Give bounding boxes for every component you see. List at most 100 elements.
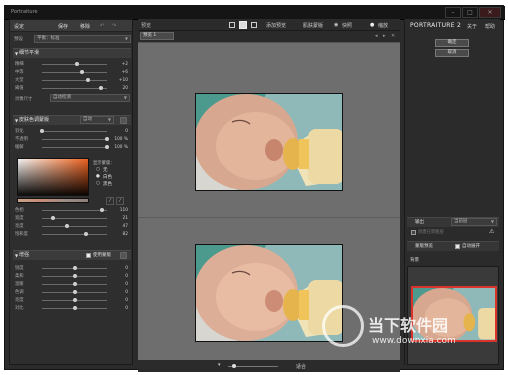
new-layer-checkbox[interactable] [411, 230, 416, 235]
add-preview-button[interactable]: 添加预览 [266, 22, 286, 29]
tab-next-icon[interactable]: ▸ [383, 33, 386, 39]
preview-canvas[interactable] [138, 42, 400, 360]
watermark-logo [322, 305, 364, 347]
detail-section-title: 细节平滑 [19, 50, 40, 56]
mask-option-radio[interactable]: ● [96, 174, 100, 179]
slider-knob[interactable] [84, 232, 88, 236]
slider-knob[interactable] [75, 62, 79, 66]
preview-label: 预览 [141, 23, 152, 29]
color-picker-swatch[interactable] [17, 158, 89, 196]
about-button[interactable]: 关于 [467, 23, 477, 30]
mask-option-radio[interactable]: ○ [96, 181, 100, 186]
slider-value[interactable]: 0 [104, 265, 128, 272]
slider-track[interactable] [42, 147, 107, 148]
ok-button[interactable]: 确定 [435, 39, 469, 47]
slider-value[interactable]: 0 [104, 128, 128, 135]
maximize-button[interactable]: □ [462, 7, 478, 18]
enhance-section-title: 增强 [19, 252, 30, 258]
zoom-radio[interactable]: ● [370, 22, 374, 28]
eyedropper-add-icon[interactable]: ⁄ [116, 197, 124, 205]
output-label: 输出 [415, 220, 424, 225]
picker-icon[interactable] [120, 252, 127, 259]
slider-value[interactable]: +10 [104, 77, 128, 84]
show-mask-button[interactable]: 肌肤蒙版 [303, 22, 323, 29]
preset-dropdown[interactable]: 平衡：标准 ▼ [34, 35, 131, 43]
portrait-size-dropdown[interactable]: 自动检测 ▼ [50, 94, 130, 102]
slider-knob[interactable] [99, 86, 103, 90]
delete-button[interactable]: 移除 [80, 23, 90, 30]
slider-value[interactable]: 0 [104, 289, 128, 296]
redo-icon[interactable]: ↷ [112, 23, 116, 29]
output-dropdown[interactable]: 当前层 ▼ [451, 218, 497, 226]
auto-open-checkbox[interactable] [455, 244, 460, 249]
slider-knob[interactable] [80, 70, 84, 74]
slider-value[interactable]: 20 [104, 85, 128, 92]
slider-value[interactable]: 0 [104, 305, 128, 312]
cancel-button[interactable]: 取消 [435, 49, 469, 57]
slider-knob[interactable] [73, 298, 77, 302]
save-button[interactable]: 保存 [58, 23, 68, 30]
zoom-out-icon[interactable]: ▾ [218, 362, 221, 368]
slider-knob[interactable] [73, 290, 77, 294]
preset-label: 预设 [14, 37, 23, 42]
picker-icon[interactable] [120, 117, 127, 124]
slider-knob[interactable] [86, 78, 90, 82]
minimize-button[interactable]: – [445, 7, 461, 18]
quick-radio[interactable]: ◉ [334, 22, 338, 28]
zoom-value[interactable]: 适合 [296, 363, 306, 370]
undo-icon[interactable]: ↶ [100, 23, 104, 29]
slider-value[interactable]: 0 [104, 281, 128, 288]
enhance-section-header[interactable]: ▼ 增强 [13, 250, 131, 260]
slider-value[interactable]: 100 % [104, 144, 128, 151]
slider-knob[interactable] [73, 266, 77, 270]
slider-value[interactable]: 47 [104, 223, 128, 230]
split-divider[interactable] [138, 217, 400, 218]
slider-row: 锐度 0 [15, 265, 131, 272]
use-mask-checkbox[interactable] [86, 253, 91, 258]
skin-mode-dropdown[interactable]: 自动 ▼ [80, 116, 114, 124]
slider-value[interactable]: +6 [104, 69, 128, 76]
slider-label: 大型 [15, 78, 24, 83]
slider-knob[interactable] [51, 216, 55, 220]
chevron-down-icon: ▼ [123, 95, 127, 100]
slider-knob[interactable] [73, 282, 77, 286]
tab-preview-1[interactable]: 预览 1 [140, 32, 174, 40]
slider-value[interactable]: 0 [104, 297, 128, 304]
preview-area: 预览 添加预览 肌肤蒙版 ◉ 快照 ● 缩放 预览 1 ◂ ▸ ✕ ▾ 适合 [138, 19, 400, 372]
slider-track[interactable] [42, 88, 107, 89]
slider-knob[interactable] [65, 224, 69, 228]
single-view-icon[interactable] [229, 22, 235, 28]
tab-close-icon[interactable]: ✕ [391, 33, 395, 39]
slider-value[interactable]: +2 [104, 61, 128, 68]
eyedropper-icon[interactable]: ⁄ [106, 197, 114, 205]
detail-section-header[interactable]: ▼ 细节平滑 [13, 48, 131, 58]
slider-value[interactable]: 100 % [104, 136, 128, 143]
slider-track[interactable] [42, 226, 107, 227]
baby-photo-after [196, 245, 342, 341]
slider-row: 不透明 100 % [15, 136, 131, 143]
slider-track[interactable] [42, 139, 107, 140]
split-view-icon[interactable] [239, 21, 247, 29]
quick-label: 快照 [342, 23, 353, 29]
slider-track[interactable] [42, 210, 107, 211]
slider-track[interactable] [42, 80, 107, 81]
slider-value[interactable]: 0 [104, 273, 128, 280]
slider-knob[interactable] [40, 129, 44, 133]
mask-option-radio[interactable]: ○ [96, 167, 100, 172]
add-tab-icon[interactable]: ◂ [375, 33, 378, 39]
help-button[interactable]: 帮助 [485, 23, 495, 30]
slider-knob[interactable] [73, 306, 77, 310]
slider-value[interactable]: 21 [104, 215, 128, 222]
side-by-side-icon[interactable] [251, 22, 257, 28]
slider-value[interactable]: 110 [104, 207, 128, 214]
close-button[interactable]: ✕ [479, 7, 501, 18]
slider-track[interactable] [42, 131, 107, 132]
slider-track[interactable] [42, 72, 107, 73]
slider-track[interactable] [42, 234, 107, 235]
slider-row: 羽化 0 [15, 128, 131, 135]
slider-knob[interactable] [73, 274, 77, 278]
zoom-slider-knob[interactable] [232, 364, 236, 368]
zoom-bar: ▾ 适合 [138, 360, 400, 372]
slider-value[interactable]: 82 [104, 231, 128, 238]
mask-option-label: 无 [103, 168, 108, 173]
